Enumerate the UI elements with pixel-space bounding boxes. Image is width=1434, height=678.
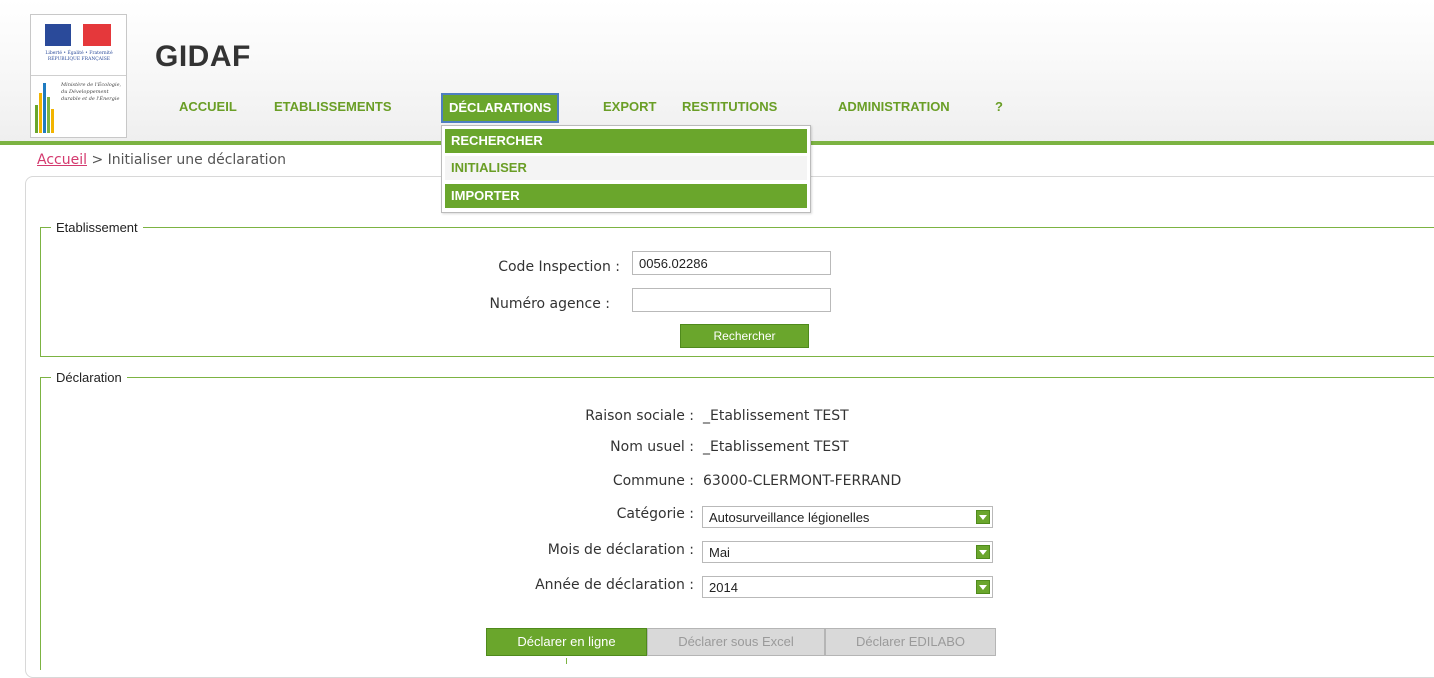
declarations-dropdown-menu: RECHERCHER INITIALISER IMPORTER xyxy=(441,125,811,213)
chevron-down-icon xyxy=(976,510,990,524)
declarer-edilabo-button[interactable]: Déclarer EDILABO xyxy=(825,628,996,656)
nom-usuel-value: _Etablissement TEST xyxy=(703,439,849,455)
ministry-bars-icon xyxy=(35,81,57,133)
mois-selected: Mai xyxy=(709,545,730,560)
categorie-selected: Autosurveillance légionelles xyxy=(709,510,870,525)
menu-item-rechercher[interactable]: RECHERCHER xyxy=(445,129,807,153)
code-inspection-label: Code Inspection : xyxy=(498,259,620,275)
declarer-en-ligne-button[interactable]: Déclarer en ligne xyxy=(486,628,647,656)
chevron-down-icon xyxy=(976,580,990,594)
commune-label: Commune : xyxy=(612,473,694,489)
annee-select[interactable]: 2014 xyxy=(702,576,993,598)
breadcrumb-home-link[interactable]: Accueil xyxy=(37,152,87,168)
nom-usuel-label: Nom usuel : xyxy=(610,439,694,455)
numero-agence-label: Numéro agence : xyxy=(489,296,611,312)
annee-label: Année de déclaration : xyxy=(535,577,694,593)
flag-white xyxy=(71,24,83,46)
marianne-text: Liberté • Égalité • Fraternité RÉPUBLIQU… xyxy=(45,51,113,62)
ministry-logo: Liberté • Égalité • Fraternité RÉPUBLIQU… xyxy=(30,14,127,138)
commune-value: 63000-CLERMONT-FERRAND xyxy=(703,473,902,489)
raison-sociale-value: _Etablissement TEST xyxy=(703,408,849,424)
mois-label: Mois de déclaration : xyxy=(547,542,694,558)
annee-selected: 2014 xyxy=(709,580,738,595)
rechercher-button[interactable]: Rechercher xyxy=(680,324,809,348)
nav-declarations[interactable]: DÉCLARATIONS xyxy=(441,93,560,123)
numero-agence-input[interactable] xyxy=(632,288,831,312)
breadcrumb-current: Initialiser une déclaration xyxy=(107,152,287,168)
header: Liberté • Égalité • Fraternité RÉPUBLIQU… xyxy=(0,0,1434,145)
breadcrumb-separator: > xyxy=(91,152,104,168)
menu-item-importer[interactable]: IMPORTER xyxy=(445,184,807,208)
nav-administration[interactable]: ADMINISTRATION xyxy=(838,93,950,121)
raison-sociale-label: Raison sociale : xyxy=(585,408,694,424)
code-inspection-input[interactable] xyxy=(632,251,831,275)
etablissement-legend: Etablissement xyxy=(56,220,138,235)
chevron-down-icon xyxy=(976,545,990,559)
declarer-excel-button[interactable]: Déclarer sous Excel xyxy=(647,628,825,656)
app-title: GIDAF xyxy=(155,40,251,73)
categorie-select[interactable]: Autosurveillance légionelles xyxy=(702,506,993,528)
mois-select[interactable]: Mai xyxy=(702,541,993,563)
focus-tick xyxy=(566,658,567,664)
nav-etablissements[interactable]: ETABLISSEMENTS xyxy=(274,93,392,121)
categorie-label: Catégorie : xyxy=(616,506,694,522)
nav-help[interactable]: ? xyxy=(995,93,1003,121)
nav-accueil[interactable]: ACCUEIL xyxy=(179,93,237,121)
marianne-logo: Liberté • Égalité • Fraternité RÉPUBLIQU… xyxy=(31,15,126,76)
nav-export[interactable]: EXPORT xyxy=(603,93,656,121)
flag-red xyxy=(83,24,111,46)
menu-item-initialiser[interactable]: INITIALISER xyxy=(445,156,807,180)
nav-restitutions[interactable]: RESTITUTIONS xyxy=(682,93,777,121)
ministry-text: Ministère de l'Écologie, du Développemen… xyxy=(61,82,122,102)
declaration-legend: Déclaration xyxy=(56,370,122,385)
breadcrumb: Accueil > Initialiser une déclaration xyxy=(37,152,286,168)
